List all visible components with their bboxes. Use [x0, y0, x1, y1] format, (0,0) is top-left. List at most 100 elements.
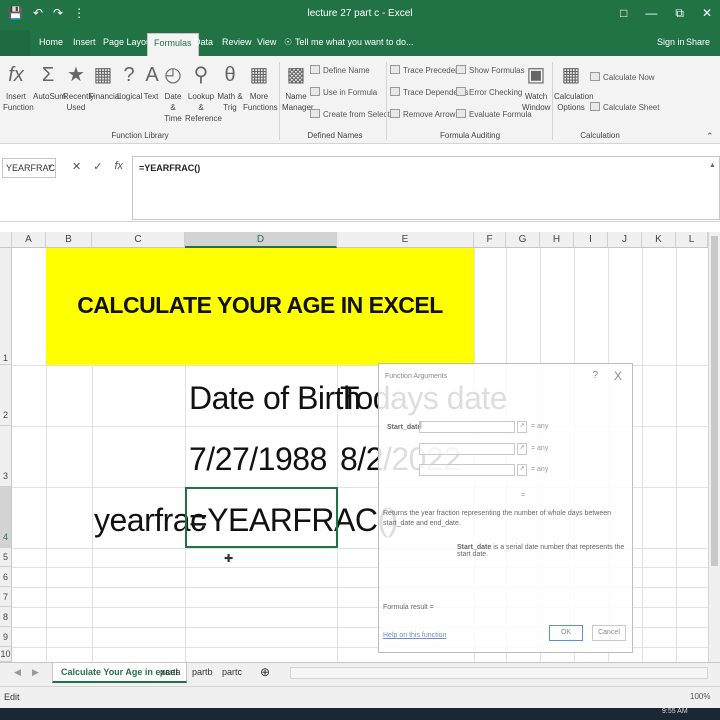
- help-icon[interactable]: ?: [592, 370, 598, 381]
- col-header-g[interactable]: G: [506, 232, 540, 248]
- row-header-3[interactable]: 3: [0, 426, 12, 487]
- enter-icon[interactable]: ✓: [93, 160, 102, 173]
- trace-precedents-button[interactable]: Trace Precedents: [390, 65, 466, 75]
- col-header-k[interactable]: K: [642, 232, 676, 248]
- restore-icon[interactable]: ⧉: [675, 6, 684, 21]
- collapse-formula-bar-icon[interactable]: ▲: [709, 162, 716, 169]
- start-date-field[interactable]: |: [419, 421, 515, 433]
- col-header-h[interactable]: H: [540, 232, 574, 248]
- name-manager-button[interactable]: ▩ Name Manager: [282, 62, 314, 113]
- start-date-label: Start_date: [387, 424, 422, 431]
- insert-function-button[interactable]: fx Insert Function: [3, 62, 34, 113]
- ok-button[interactable]: OK: [549, 625, 583, 641]
- cancel-button[interactable]: Cancel: [592, 625, 626, 641]
- text-book-icon: A: [145, 64, 159, 86]
- sign-in-link[interactable]: Sign in: [657, 37, 685, 47]
- col-header-j[interactable]: J: [608, 232, 642, 248]
- cell-d2[interactable]: Date of Birth: [189, 380, 361, 417]
- remove-arrows-button[interactable]: Remove Arrows: [390, 109, 459, 119]
- evaluate-formula-button[interactable]: Evaluate Formula: [456, 109, 532, 119]
- theta-book-icon: θ: [224, 64, 236, 86]
- ribbon-display-icon[interactable]: □: [620, 6, 627, 21]
- gridline: [642, 248, 643, 662]
- col-header-b[interactable]: B: [46, 232, 92, 248]
- row-header-10[interactable]: 10: [0, 647, 12, 662]
- basis-field[interactable]: [419, 464, 515, 476]
- status-bar: Edit 100%: [0, 686, 720, 708]
- add-sheet-icon[interactable]: ⊕: [252, 663, 278, 683]
- collapse-dialog-icon[interactable]: ↗: [517, 464, 527, 476]
- scrollbar-thumb[interactable]: [711, 236, 718, 566]
- col-header-l[interactable]: L: [676, 232, 708, 248]
- argument-name: Start_date: [457, 544, 492, 551]
- tell-me-icon[interactable]: ☉: [284, 37, 292, 48]
- col-header-e[interactable]: E: [337, 232, 474, 248]
- zoom-level[interactable]: 100%: [690, 692, 710, 701]
- collapse-ribbon-icon[interactable]: ⌃: [706, 131, 714, 142]
- define-name-button[interactable]: Define Name: [310, 65, 370, 75]
- dialog-close-icon[interactable]: X: [614, 369, 622, 383]
- row-header-5[interactable]: 5: [0, 548, 12, 567]
- tab-file[interactable]: [0, 30, 30, 56]
- vertical-scrollbar[interactable]: [708, 232, 720, 662]
- help-on-function-link[interactable]: Help on this function: [383, 632, 446, 639]
- select-all-corner[interactable]: [0, 232, 12, 248]
- collapse-dialog-icon[interactable]: ↗: [517, 443, 527, 455]
- math-trig-button[interactable]: θ Math & Trig: [217, 62, 243, 113]
- show-formulas-button[interactable]: Show Formulas: [456, 65, 525, 75]
- row-header-8[interactable]: 8: [0, 607, 12, 627]
- horizontal-scrollbar[interactable]: [290, 667, 708, 679]
- name-box-dropdown-icon[interactable]: ▾: [48, 162, 52, 171]
- calculation-options-button[interactable]: ▦ Calculation Options: [554, 62, 594, 113]
- row-header-7[interactable]: 7: [0, 587, 12, 607]
- date-time-button[interactable]: ◴ Date & Time: [161, 62, 185, 124]
- create-from-selection-label: Create from Selection: [323, 110, 401, 119]
- tab-data[interactable]: Data: [194, 37, 213, 47]
- autosum-button[interactable]: Σ AutoSum: [33, 62, 66, 102]
- row-header-1[interactable]: 1: [0, 248, 12, 365]
- cursor-icon: ✚: [224, 553, 234, 565]
- share-button[interactable]: Share: [686, 37, 710, 47]
- tab-page-layout[interactable]: Page Layout: [103, 37, 154, 47]
- use-in-formula-button[interactable]: Use in Formula: [310, 87, 377, 97]
- close-icon[interactable]: ✕: [702, 6, 712, 21]
- tab-insert[interactable]: Insert: [73, 37, 96, 47]
- cell-d3[interactable]: 7/27/1988: [189, 441, 327, 478]
- col-header-d[interactable]: D: [185, 232, 337, 248]
- text-button[interactable]: A Text: [141, 62, 161, 102]
- row-header-9[interactable]: 9: [0, 627, 12, 647]
- formula-input[interactable]: =YEARFRAC(): [132, 156, 720, 220]
- col-header-i[interactable]: I: [574, 232, 608, 248]
- fx-icon[interactable]: fx: [114, 160, 123, 173]
- recently-used-button[interactable]: ★ Recently Used: [63, 62, 94, 113]
- col-header-a[interactable]: A: [12, 232, 46, 248]
- end-date-field[interactable]: [419, 443, 515, 455]
- tab-home[interactable]: Home: [39, 37, 63, 47]
- row-header-6[interactable]: 6: [0, 567, 12, 587]
- sheet-tab-partc[interactable]: partc: [214, 663, 250, 683]
- autosum-label: AutoSum: [33, 92, 66, 101]
- tell-me-input[interactable]: Tell me what you want to do...: [295, 37, 414, 47]
- financial-button[interactable]: ▦ Financial: [89, 62, 121, 102]
- lookup-reference-button[interactable]: ⚲ Lookup & Reference: [185, 62, 222, 124]
- row-header-2[interactable]: 2: [0, 365, 12, 426]
- cancel-icon[interactable]: ✕: [72, 160, 81, 173]
- watch-window-button[interactable]: ▣ Watch Window: [522, 62, 550, 113]
- calculate-now-button[interactable]: Calculate Now: [590, 72, 655, 82]
- sheet-title: CALCULATE YOUR AGE IN EXCEL: [77, 292, 443, 318]
- tab-review[interactable]: Review: [222, 37, 252, 47]
- minimize-icon[interactable]: —: [645, 6, 657, 21]
- col-header-f[interactable]: F: [474, 232, 506, 248]
- more-functions-button[interactable]: ▦ More Functions: [243, 62, 278, 113]
- collapse-dialog-icon[interactable]: ↗: [517, 421, 527, 433]
- col-header-c[interactable]: C: [92, 232, 185, 248]
- tab-view[interactable]: View: [257, 37, 276, 47]
- tab-formulas[interactable]: Formulas: [147, 33, 199, 56]
- row-header-4[interactable]: 4: [0, 487, 12, 548]
- scroll-right-icon[interactable]: ▶: [24, 663, 47, 683]
- error-checking-button[interactable]: Error Checking: [456, 87, 522, 97]
- function-arguments-dialog[interactable]: Function Arguments ? X Start_date | ↗ = …: [378, 363, 633, 653]
- calculate-sheet-button[interactable]: Calculate Sheet: [590, 102, 659, 112]
- function-result-eq: =: [521, 492, 526, 499]
- logical-button[interactable]: ? Logical: [117, 62, 142, 102]
